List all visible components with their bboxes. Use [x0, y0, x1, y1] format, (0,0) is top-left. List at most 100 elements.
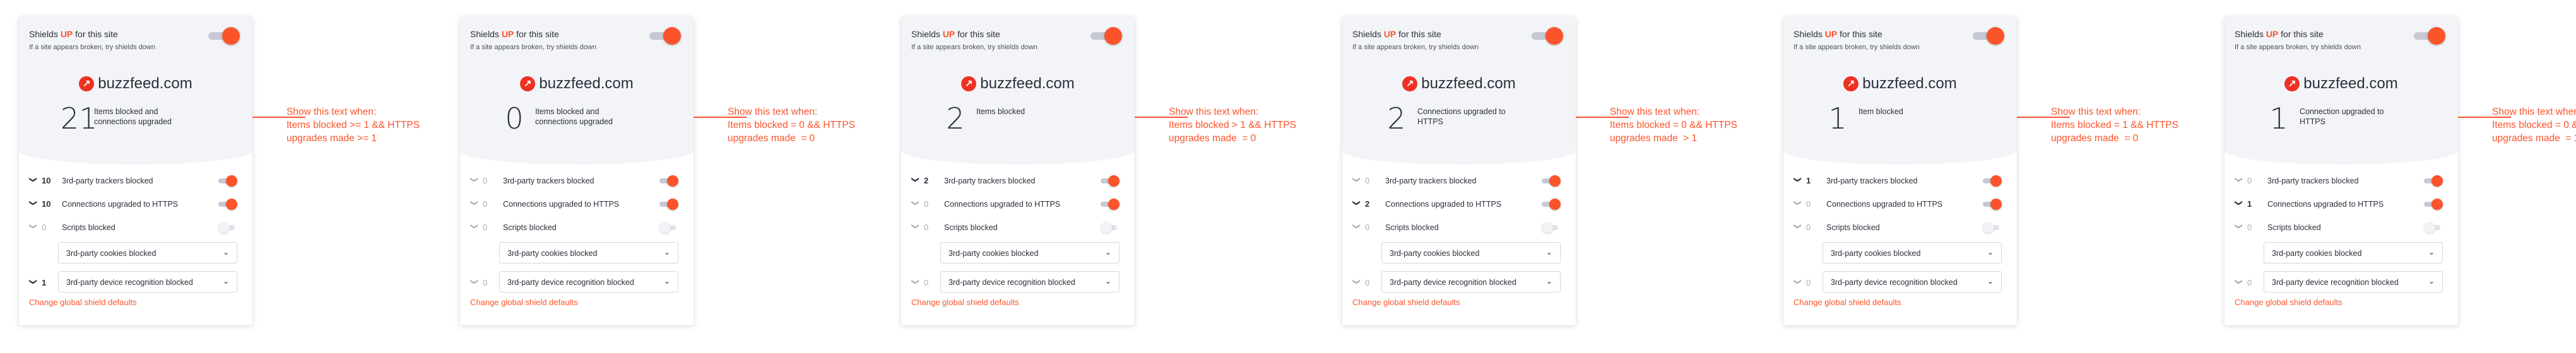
scripts-toggle[interactable]	[1542, 222, 1561, 233]
device-recognition-select[interactable]: 3rd-party device recognition blocked ⌄	[1823, 271, 2002, 292]
row-scripts[interactable]: ❯ 0 Scripts blocked	[2224, 216, 2458, 240]
cookies-select[interactable]: 3rd-party cookies blocked ⌄	[1381, 242, 1561, 263]
trackers-toggle[interactable]	[218, 175, 237, 187]
device-recognition-select[interactable]: 3rd-party device recognition blocked ⌄	[499, 271, 678, 292]
cookies-select[interactable]: 3rd-party cookies blocked ⌄	[1823, 242, 2002, 263]
device-recognition-select[interactable]: 3rd-party device recognition blocked ⌄	[58, 271, 237, 292]
shields-main-toggle[interactable]	[1532, 27, 1563, 45]
chevron-down-icon: ⌄	[663, 277, 670, 286]
chevron-down-icon[interactable]: ❯	[1793, 279, 1802, 285]
row-scripts[interactable]: ❯ 0 Scripts blocked	[460, 216, 694, 240]
chevron-down-icon[interactable]: ❯	[2235, 200, 2243, 206]
site-identity: ↗ buzzfeed.com	[1783, 75, 2017, 93]
chevron-down-icon[interactable]: ❯	[470, 200, 479, 206]
device-recognition-select[interactable]: 3rd-party device recognition blocked ⌄	[1381, 271, 1561, 292]
row-https[interactable]: ❯ 10 Connections upgraded to HTTPS	[19, 193, 252, 216]
row-trackers[interactable]: ❯ 10 3rd-party trackers blocked	[19, 170, 252, 193]
chevron-down-icon[interactable]: ❯	[470, 223, 479, 229]
row-https[interactable]: ❯ 0 Connections upgraded to HTTPS	[901, 193, 1135, 216]
cookies-select[interactable]: 3rd-party cookies blocked ⌄	[499, 242, 678, 263]
chevron-down-icon[interactable]: ❯	[911, 223, 920, 229]
https-toggle[interactable]	[2424, 199, 2443, 210]
row-count: 0	[42, 223, 47, 232]
chevron-down-icon: ⌄	[1545, 248, 1552, 257]
trackers-toggle[interactable]	[659, 175, 678, 187]
buzzfeed-icon: ↗	[1843, 76, 1859, 91]
trackers-toggle[interactable]	[1101, 175, 1120, 187]
row-trackers[interactable]: ❯ 0 3rd-party trackers blocked	[1342, 170, 1576, 193]
row-scripts[interactable]: ❯ 0 Scripts blocked	[1342, 216, 1576, 240]
shield-settings-list: ❯ 2 3rd-party trackers blocked ❯ 0 Conne…	[901, 170, 1135, 298]
change-global-defaults-link[interactable]: Change global shield defaults	[911, 298, 1019, 307]
scripts-toggle[interactable]	[218, 222, 237, 233]
row-scripts[interactable]: ❯ 0 Scripts blocked	[1783, 216, 2017, 240]
row-https[interactable]: ❯ 0 Connections upgraded to HTTPS	[460, 193, 694, 216]
chevron-down-icon[interactable]: ❯	[29, 279, 38, 285]
https-toggle[interactable]	[1983, 199, 2002, 210]
chevron-down-icon[interactable]: ❯	[1793, 176, 1802, 183]
https-toggle[interactable]	[218, 199, 237, 210]
chevron-down-icon[interactable]: ❯	[1793, 200, 1802, 206]
trackers-toggle[interactable]	[2424, 175, 2443, 187]
shields-main-toggle[interactable]	[1973, 27, 2004, 45]
chevron-down-icon[interactable]: ❯	[1793, 223, 1802, 229]
change-global-defaults-link[interactable]: Change global shield defaults	[29, 298, 137, 307]
row-scripts[interactable]: ❯ 0 Scripts blocked	[19, 216, 252, 240]
chevron-down-icon[interactable]: ❯	[911, 279, 920, 285]
chevron-down-icon[interactable]: ❯	[2235, 176, 2243, 183]
chevron-down-icon[interactable]: ❯	[911, 176, 920, 183]
row-trackers[interactable]: ❯ 2 3rd-party trackers blocked	[901, 170, 1135, 193]
row-https[interactable]: ❯ 1 Connections upgraded to HTTPS	[2224, 193, 2458, 216]
row-trackers[interactable]: ❯ 1 3rd-party trackers blocked	[1783, 170, 2017, 193]
toggle-knob	[1104, 27, 1122, 45]
row-https[interactable]: ❯ 2 Connections upgraded to HTTPS	[1342, 193, 1576, 216]
scripts-toggle[interactable]	[2424, 222, 2443, 233]
chevron-down-icon[interactable]: ❯	[2235, 279, 2243, 285]
scripts-toggle[interactable]	[659, 222, 678, 233]
row-trackers[interactable]: ❯ 0 3rd-party trackers blocked	[2224, 170, 2458, 193]
row-https[interactable]: ❯ 0 Connections upgraded to HTTPS	[1783, 193, 2017, 216]
change-global-defaults-link[interactable]: Change global shield defaults	[2235, 298, 2343, 307]
change-global-defaults-link[interactable]: Change global shield defaults	[1793, 298, 1901, 307]
shields-main-toggle[interactable]	[1090, 27, 1122, 45]
chevron-down-icon[interactable]: ❯	[1352, 200, 1361, 206]
shields-main-toggle[interactable]	[2414, 27, 2445, 45]
chevron-down-icon: ⌄	[663, 248, 670, 257]
row-trackers[interactable]: ❯ 0 3rd-party trackers blocked	[460, 170, 694, 193]
trackers-toggle[interactable]	[1542, 175, 1561, 187]
scripts-toggle[interactable]	[1983, 222, 2002, 233]
trackers-toggle[interactable]	[1983, 175, 2002, 187]
https-toggle[interactable]	[1101, 199, 1120, 210]
change-global-defaults-link[interactable]: Change global shield defaults	[1352, 298, 1460, 307]
chevron-down-icon[interactable]: ❯	[29, 176, 38, 183]
row-label: Scripts blocked	[1385, 223, 1439, 232]
chevron-down-icon[interactable]: ❯	[911, 200, 920, 206]
chevron-down-icon[interactable]: ❯	[470, 279, 479, 285]
blocked-count-text: Item blocked	[1858, 107, 1903, 116]
row-device-recognition: ❯ 0 3rd-party device recognition blocked…	[2224, 269, 2458, 298]
chevron-down-icon[interactable]: ❯	[1352, 223, 1361, 229]
row-count: 0	[924, 199, 929, 209]
chevron-down-icon[interactable]: ❯	[29, 223, 38, 229]
https-toggle[interactable]	[659, 199, 678, 210]
shields-main-toggle[interactable]	[649, 27, 681, 45]
chevron-down-icon[interactable]: ❯	[2235, 223, 2243, 229]
chevron-down-icon[interactable]: ❯	[470, 176, 479, 183]
cookies-select[interactable]: 3rd-party cookies blocked ⌄	[58, 242, 237, 263]
cookies-select-value: 3rd-party cookies blocked	[1831, 249, 1921, 258]
device-recognition-select[interactable]: 3rd-party device recognition blocked ⌄	[940, 271, 1120, 292]
shields-main-toggle[interactable]	[208, 27, 240, 45]
cookies-select[interactable]: 3rd-party cookies blocked ⌄	[2264, 242, 2443, 263]
row-scripts[interactable]: ❯ 0 Scripts blocked	[901, 216, 1135, 240]
cookies-select[interactable]: 3rd-party cookies blocked ⌄	[940, 242, 1120, 263]
change-global-defaults-link[interactable]: Change global shield defaults	[470, 298, 578, 307]
chevron-down-icon[interactable]: ❯	[29, 200, 38, 206]
scripts-toggle[interactable]	[1101, 222, 1120, 233]
device-recognition-select[interactable]: 3rd-party device recognition blocked ⌄	[2264, 271, 2443, 292]
blocked-count-text: Items blocked	[976, 107, 1025, 116]
row-label: 3rd-party trackers blocked	[503, 176, 594, 185]
chevron-down-icon[interactable]: ❯	[1352, 176, 1361, 183]
shields-up-label: UP	[942, 29, 955, 39]
chevron-down-icon[interactable]: ❯	[1352, 279, 1361, 285]
https-toggle[interactable]	[1542, 199, 1561, 210]
